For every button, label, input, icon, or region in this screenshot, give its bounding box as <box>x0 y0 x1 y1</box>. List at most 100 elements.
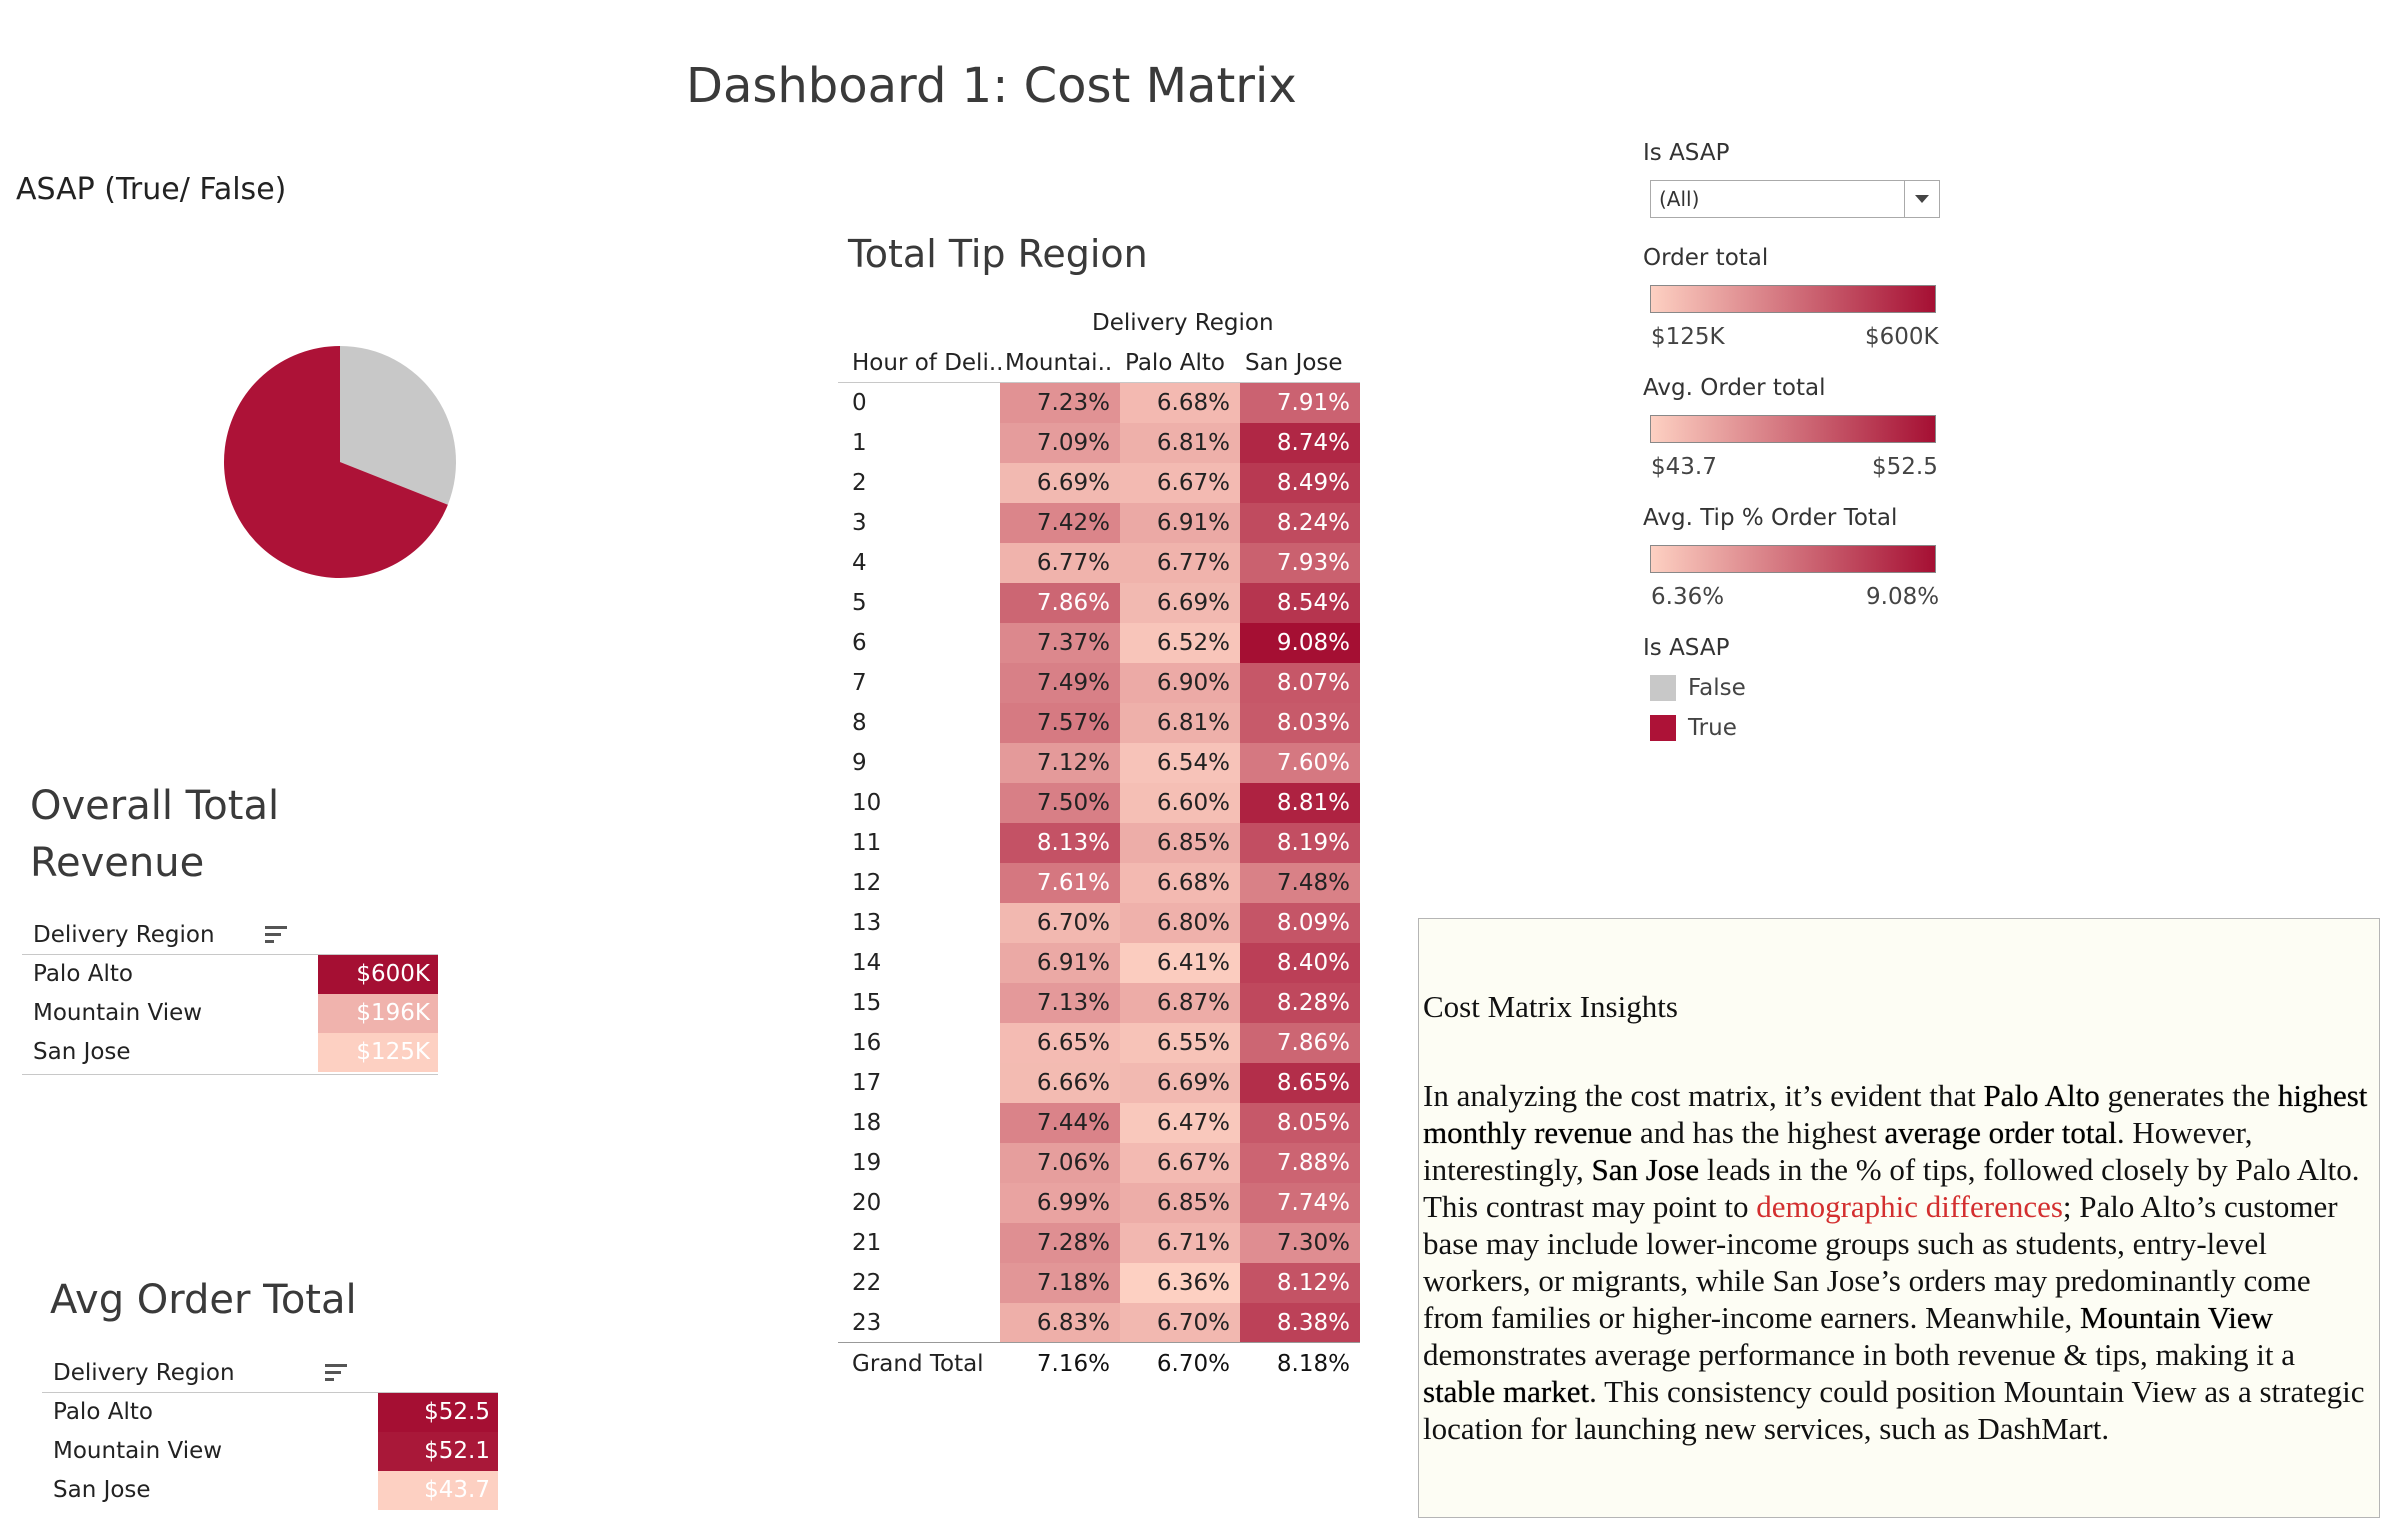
tip-table-cell[interactable]: 8.24% <box>1240 503 1360 543</box>
tip-table-cell[interactable]: 8.05% <box>1240 1103 1360 1143</box>
chevron-down-icon[interactable] <box>1904 181 1939 217</box>
region-value-cell[interactable]: $600K <box>318 955 438 994</box>
tip-table-cell[interactable]: 6.99% <box>1000 1183 1120 1223</box>
tip-table-cell[interactable]: 8.13% <box>1000 823 1120 863</box>
tip-table-cell[interactable]: 7.23% <box>1000 383 1120 423</box>
tip-table-cell[interactable]: 6.81% <box>1120 703 1240 743</box>
tip-table-cell[interactable]: 6.67% <box>1120 1143 1240 1183</box>
tip-table-cell[interactable]: 6.67% <box>1120 463 1240 503</box>
tip-table-cell[interactable]: 7.37% <box>1000 623 1120 663</box>
tip-table-cell[interactable]: 6.83% <box>1000 1303 1120 1343</box>
tip-table-cell[interactable]: 6.71% <box>1120 1223 1240 1263</box>
tip-table-cell[interactable]: 7.42% <box>1000 503 1120 543</box>
tip-table-cell[interactable]: 8.07% <box>1240 663 1360 703</box>
tip-table-cell[interactable]: 6.69% <box>1120 583 1240 623</box>
tip-table-cell[interactable]: 6.60% <box>1120 783 1240 823</box>
tip-table-cell[interactable]: 7.28% <box>1000 1223 1120 1263</box>
region-value-cell[interactable]: $196K <box>318 994 438 1033</box>
tip-table-cell[interactable]: 7.18% <box>1000 1263 1120 1303</box>
tip-table-cell[interactable]: 8.28% <box>1240 983 1360 1023</box>
tip-table-cell[interactable]: 8.19% <box>1240 823 1360 863</box>
legend-swatch-true[interactable] <box>1650 715 1676 741</box>
tip-table-hour-label: 4 <box>852 550 867 576</box>
tip-table-cell[interactable]: 7.48% <box>1240 863 1360 903</box>
tip-table-cell[interactable]: 6.65% <box>1000 1023 1120 1063</box>
tip-table-cell[interactable]: 6.91% <box>1120 503 1240 543</box>
tip-table-cell[interactable]: 7.88% <box>1240 1143 1360 1183</box>
tip-table-cell[interactable]: 7.30% <box>1240 1223 1360 1263</box>
tip-table-cell[interactable]: 7.86% <box>1000 583 1120 623</box>
tip-table-cell[interactable]: 7.93% <box>1240 543 1360 583</box>
tip-table-cell[interactable]: 6.77% <box>1000 543 1120 583</box>
tip-table-cell[interactable]: 8.49% <box>1240 463 1360 503</box>
tip-table-cell[interactable]: 7.09% <box>1000 423 1120 463</box>
tip-table-column-header[interactable]: Mountai.. <box>1005 350 1112 376</box>
tip-table-cell[interactable]: 7.86% <box>1240 1023 1360 1063</box>
tip-table-cell[interactable]: 7.74% <box>1240 1183 1360 1223</box>
tip-table-cell[interactable]: 6.66% <box>1000 1063 1120 1103</box>
tip-table-cell[interactable]: 6.54% <box>1120 743 1240 783</box>
tip-table-cell[interactable]: 6.69% <box>1000 463 1120 503</box>
region-value-cell[interactable]: $52.1 <box>378 1432 498 1471</box>
avg-order-title: Avg Order Total <box>50 1277 357 1323</box>
tip-table-cell[interactable]: 6.81% <box>1120 423 1240 463</box>
tip-table-cell[interactable]: 7.49% <box>1000 663 1120 703</box>
region-value-cell[interactable]: $43.7 <box>378 1471 498 1510</box>
tip-table-column-header[interactable]: Palo Alto <box>1125 350 1225 376</box>
region-label: San Jose <box>33 1039 131 1065</box>
tip-table-cell[interactable]: 8.74% <box>1240 423 1360 463</box>
tip-table-cell[interactable]: 6.80% <box>1120 903 1240 943</box>
legend-swatch-false[interactable] <box>1650 675 1676 701</box>
tip-table-column-header[interactable]: San Jose <box>1245 350 1343 376</box>
tip-table-cell[interactable]: 6.77% <box>1120 543 1240 583</box>
legend-item-false[interactable]: False <box>1688 675 1746 701</box>
is-asap-dropdown[interactable]: (All) <box>1650 180 1940 218</box>
tip-table-cell[interactable]: 7.06% <box>1000 1143 1120 1183</box>
sort-icon[interactable] <box>325 1364 347 1382</box>
asap-pie-chart[interactable] <box>220 342 460 582</box>
pie-chart-title: ASAP (True/ False) <box>16 172 287 207</box>
tip-table-cell[interactable]: 9.08% <box>1240 623 1360 663</box>
tip-table-cell[interactable]: 8.65% <box>1240 1063 1360 1103</box>
tip-table-cell[interactable]: 7.50% <box>1000 783 1120 823</box>
tip-table-cell[interactable]: 6.85% <box>1120 823 1240 863</box>
tip-table-cell[interactable]: 8.38% <box>1240 1303 1360 1343</box>
tip-table-cell[interactable]: 8.03% <box>1240 703 1360 743</box>
tip-table-cell[interactable]: 7.44% <box>1000 1103 1120 1143</box>
tip-table-cell[interactable]: 6.55% <box>1120 1023 1240 1063</box>
tip-table-cell[interactable]: 7.60% <box>1240 743 1360 783</box>
tip-table-cell[interactable]: 6.52% <box>1120 623 1240 663</box>
tip-table-cell[interactable]: 6.91% <box>1000 943 1120 983</box>
tip-table-cell[interactable]: 6.69% <box>1120 1063 1240 1103</box>
region-value-cell[interactable]: $125K <box>318 1033 438 1072</box>
tip-table-cell[interactable]: 8.54% <box>1240 583 1360 623</box>
tip-table-cell[interactable]: 8.81% <box>1240 783 1360 823</box>
tip-table-cell[interactable]: 7.91% <box>1240 383 1360 423</box>
is-asap-legend-label: Is ASAP <box>1643 635 1730 661</box>
tip-table-cell[interactable]: 7.61% <box>1000 863 1120 903</box>
tip-table-cell[interactable]: 6.68% <box>1120 863 1240 903</box>
tip-table-cell[interactable]: 8.40% <box>1240 943 1360 983</box>
region-value-cell[interactable]: $52.5 <box>378 1393 498 1432</box>
avg-tip-max: 9.08% <box>1866 584 1940 610</box>
tip-table-cell[interactable]: 6.36% <box>1120 1263 1240 1303</box>
tip-table-cell[interactable]: 6.85% <box>1120 1183 1240 1223</box>
sort-icon[interactable] <box>265 926 287 944</box>
tip-table-hour-label: 3 <box>852 510 867 536</box>
tip-table-cell[interactable]: 8.12% <box>1240 1263 1360 1303</box>
tip-table-cell[interactable]: 6.41% <box>1120 943 1240 983</box>
tip-table-cell[interactable]: 7.12% <box>1000 743 1120 783</box>
tip-table-cell[interactable]: 6.87% <box>1120 983 1240 1023</box>
tip-table-cell[interactable]: 7.13% <box>1000 983 1120 1023</box>
legend-item-true[interactable]: True <box>1688 715 1737 741</box>
tip-table-cell[interactable]: 6.68% <box>1120 383 1240 423</box>
tip-table-cell[interactable]: 8.09% <box>1240 903 1360 943</box>
insights-panel: Cost Matrix Insights In analyzing the co… <box>1418 918 2380 1518</box>
tip-table-cell[interactable]: 6.47% <box>1120 1103 1240 1143</box>
revenue-bottom-divider <box>22 1074 438 1075</box>
tip-table-cell[interactable]: 6.90% <box>1120 663 1240 703</box>
tip-table-cell[interactable]: 6.70% <box>1120 1303 1240 1343</box>
tip-table-row-header[interactable]: Hour of Deli.. <box>852 350 1003 376</box>
tip-table-cell[interactable]: 6.70% <box>1000 903 1120 943</box>
tip-table-cell[interactable]: 7.57% <box>1000 703 1120 743</box>
